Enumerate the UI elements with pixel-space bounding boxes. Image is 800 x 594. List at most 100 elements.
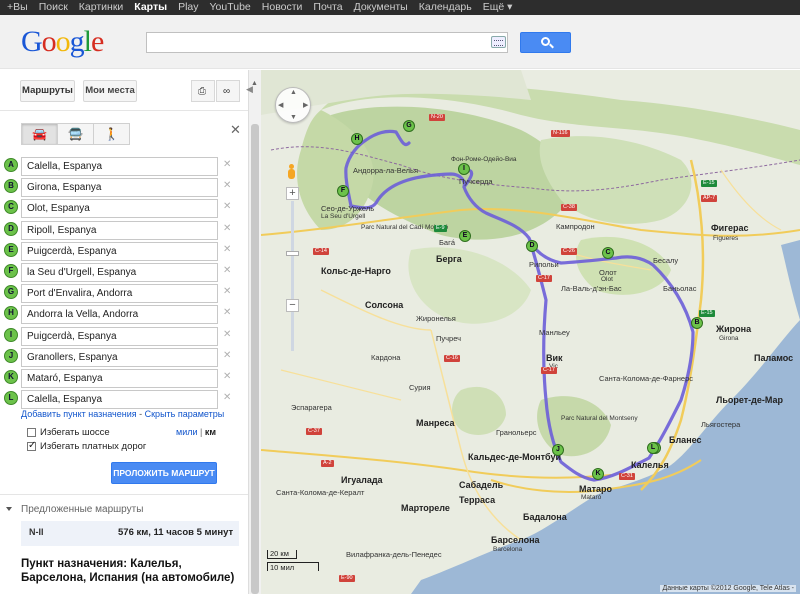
google-logo[interactable]: Google bbox=[21, 27, 104, 57]
map-copyright: Данные карты ©2012 Google, Tele Atlas - bbox=[660, 585, 796, 592]
close-icon[interactable]: ✕ bbox=[230, 122, 241, 138]
waypoint-marker-icon[interactable]: A bbox=[4, 158, 18, 172]
search-button[interactable] bbox=[520, 32, 571, 53]
waypoint-row: B Girona, Espanya ✕ bbox=[4, 178, 244, 198]
remove-waypoint-icon[interactable]: ✕ bbox=[223, 307, 231, 318]
waypoint-input[interactable]: Ripoll, Espanya bbox=[21, 220, 218, 240]
topbar-item[interactable]: Поиск bbox=[39, 0, 68, 15]
topbar-item[interactable]: YouTube bbox=[210, 0, 251, 15]
waypoint-input[interactable]: Mataró, Espanya bbox=[21, 369, 218, 388]
waypoint-marker-icon[interactable]: L bbox=[4, 391, 18, 406]
checkbox-box[interactable] bbox=[27, 428, 36, 437]
bus-icon: 🚍 bbox=[68, 127, 83, 141]
remove-waypoint-icon[interactable]: ✕ bbox=[223, 201, 231, 212]
remove-waypoint-icon[interactable]: ✕ bbox=[223, 371, 231, 382]
checkbox-box[interactable] bbox=[27, 440, 36, 451]
waypoint-marker-icon[interactable]: H bbox=[4, 306, 18, 321]
remove-waypoint-icon[interactable]: ✕ bbox=[223, 244, 231, 255]
route-marker-i[interactable]: I bbox=[458, 163, 470, 175]
waypoint-input[interactable]: Puigcerdà, Espanya bbox=[21, 326, 218, 346]
waypoint-input[interactable]: Puigcerdà, Espanya bbox=[21, 241, 218, 261]
tab-my-places[interactable]: Мои места bbox=[83, 80, 137, 102]
panel-scrollbar[interactable]: ▲ bbox=[248, 70, 261, 594]
tab-routes[interactable]: Маршруты bbox=[20, 80, 75, 102]
get-directions-button[interactable]: ПРОЛОЖИТЬ МАРШРУТ bbox=[111, 462, 217, 484]
waypoint-marker-icon[interactable]: E bbox=[4, 242, 18, 257]
pan-down-icon[interactable]: ▼ bbox=[290, 114, 297, 121]
zoom-slider-track[interactable] bbox=[291, 201, 294, 351]
route-marker-c[interactable]: C bbox=[602, 247, 614, 259]
pan-control[interactable]: ▲ ▼ ◀ ▶ bbox=[275, 87, 311, 123]
zoom-out-button[interactable]: − bbox=[286, 299, 299, 312]
link-separator: - bbox=[136, 409, 145, 419]
print-button[interactable]: ⎙ bbox=[191, 80, 215, 102]
remove-waypoint-icon[interactable]: ✕ bbox=[223, 329, 231, 340]
topbar-item[interactable]: Картинки bbox=[79, 0, 124, 15]
route-marker-e[interactable]: E bbox=[459, 230, 471, 242]
route-marker-d[interactable]: D bbox=[526, 240, 538, 252]
mode-walk-button[interactable]: 🚶 bbox=[93, 123, 130, 145]
pan-right-icon[interactable]: ▶ bbox=[303, 101, 308, 109]
suggested-routes-header[interactable]: Предложенные маршруты bbox=[6, 504, 143, 515]
scrollbar-thumb[interactable] bbox=[251, 124, 259, 594]
route-marker-h[interactable]: H bbox=[351, 133, 363, 145]
suggested-route-item[interactable]: N-II 576 км, 11 часов 5 минут bbox=[21, 521, 239, 546]
waypoint-marker-icon[interactable]: D bbox=[4, 221, 18, 236]
zoom-slider-handle[interactable] bbox=[286, 251, 299, 256]
topbar-item[interactable]: +Вы bbox=[7, 0, 28, 15]
link-button[interactable]: ∞ bbox=[216, 80, 240, 102]
mode-transit-button[interactable]: 🚍 bbox=[57, 123, 94, 145]
waypoint-input[interactable]: Port d'Envalira, Andorra bbox=[21, 284, 218, 304]
waypoint-input[interactable]: la Seu d'Urgell, Espanya bbox=[21, 263, 218, 282]
waypoint-input[interactable]: Andorra la Vella, Andorra bbox=[21, 305, 218, 325]
remove-waypoint-icon[interactable]: ✕ bbox=[223, 350, 231, 361]
divider bbox=[0, 494, 248, 495]
keyboard-icon[interactable] bbox=[491, 36, 506, 48]
waypoint-input[interactable]: Calella, Espanya bbox=[21, 157, 218, 176]
waypoint-marker-icon[interactable]: J bbox=[4, 348, 18, 363]
pan-left-icon[interactable]: ◀ bbox=[278, 101, 283, 109]
waypoint-marker-icon[interactable]: C bbox=[4, 200, 18, 215]
google-topbar: +Вы Поиск Картинки Карты Play YouTube Новости П… bbox=[0, 0, 800, 15]
waypoint-marker-icon[interactable]: G bbox=[4, 285, 18, 300]
waypoint-marker-icon[interactable]: B bbox=[4, 179, 18, 194]
map-canvas[interactable]: Андорра-ла-Велья Фон-Роме-Одейо-Виа Пучс… bbox=[261, 70, 800, 594]
topbar-item[interactable]: Почта bbox=[313, 0, 342, 15]
remove-waypoint-icon[interactable]: ✕ bbox=[223, 286, 231, 297]
pegman-icon[interactable] bbox=[286, 164, 296, 182]
units-km[interactable]: км bbox=[205, 427, 216, 437]
topbar-item[interactable]: Документы bbox=[354, 0, 408, 15]
topbar-item[interactable]: Календарь bbox=[419, 0, 472, 15]
zoom-in-button[interactable]: + bbox=[286, 187, 299, 200]
waypoint-input[interactable]: Granollers, Espanya bbox=[21, 347, 218, 367]
waypoint-input[interactable]: Olot, Espanya bbox=[21, 199, 218, 219]
hide-options-link[interactable]: Скрыть параметры bbox=[145, 409, 225, 419]
mode-car-button[interactable]: 🚘 bbox=[21, 123, 58, 145]
topbar-item[interactable]: Карты bbox=[134, 0, 167, 15]
waypoint-marker-icon[interactable]: K bbox=[4, 370, 18, 384]
topbar-item[interactable]: Новости bbox=[262, 0, 303, 15]
route-marker-f[interactable]: F bbox=[337, 185, 349, 197]
waypoint-input[interactable]: Girona, Espanya bbox=[21, 178, 218, 198]
route-marker-l[interactable]: L bbox=[647, 442, 659, 454]
route-marker-k[interactable]: K bbox=[592, 468, 604, 480]
collapse-panel-icon[interactable]: ◀ bbox=[246, 84, 253, 95]
remove-waypoint-icon[interactable]: ✕ bbox=[223, 265, 231, 276]
topbar-item[interactable]: Play bbox=[178, 0, 198, 15]
remove-waypoint-icon[interactable]: ✕ bbox=[223, 180, 231, 191]
remove-waypoint-icon[interactable]: ✕ bbox=[223, 223, 231, 234]
pan-up-icon[interactable]: ▲ bbox=[290, 89, 297, 96]
waypoint-marker-icon[interactable]: I bbox=[4, 327, 18, 342]
remove-waypoint-icon[interactable]: ✕ bbox=[223, 392, 231, 403]
waypoint-input[interactable]: Calella, Espanya bbox=[21, 390, 218, 410]
route-marker-g[interactable]: G bbox=[403, 120, 415, 132]
route-summary: 576 км, 11 часов 5 минут bbox=[118, 527, 234, 538]
waypoint-marker-icon[interactable]: F bbox=[4, 264, 18, 278]
add-destination-link[interactable]: Добавить пункт назначения bbox=[21, 409, 137, 419]
route-marker-b[interactable]: B bbox=[691, 317, 703, 329]
units-miles-link[interactable]: мили bbox=[176, 427, 198, 437]
topbar-item[interactable]: Ещё ▾ bbox=[483, 0, 513, 15]
search-input[interactable] bbox=[146, 32, 508, 53]
route-marker-j[interactable]: J bbox=[552, 444, 564, 456]
remove-waypoint-icon[interactable]: ✕ bbox=[223, 159, 231, 170]
